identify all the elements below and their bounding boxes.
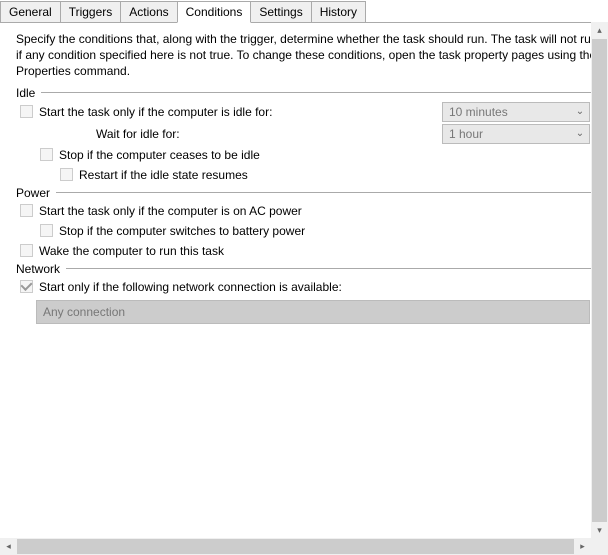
select-network-connection: Any connection <box>36 300 590 324</box>
group-header-power: Power <box>16 186 602 200</box>
scroll-left-icon[interactable]: ◂ <box>0 538 17 555</box>
tab-history[interactable]: History <box>311 1 366 22</box>
conditions-panel: Specify the conditions that, along with … <box>0 22 608 535</box>
chevron-down-icon: ⌄ <box>571 128 589 139</box>
scroll-right-icon[interactable]: ▸ <box>574 538 591 555</box>
label-wake-computer: Wake the computer to run this task <box>39 244 224 258</box>
scroll-up-icon[interactable]: ▴ <box>591 22 608 39</box>
scroll-down-icon[interactable]: ▾ <box>591 522 608 539</box>
vertical-scrollbar[interactable]: ▴ ▾ <box>591 22 608 539</box>
label-on-ac-power: Start the task only if the computer is o… <box>39 204 302 218</box>
scroll-corner <box>591 538 608 555</box>
tab-triggers[interactable]: Triggers <box>60 1 122 22</box>
tab-actions[interactable]: Actions <box>120 1 177 22</box>
select-idle-duration: 10 minutes ⌄ <box>442 102 590 122</box>
tab-strip: General Triggers Actions Conditions Sett… <box>0 0 608 22</box>
vertical-scroll-thumb[interactable] <box>592 39 607 522</box>
checkbox-wake-computer <box>20 244 33 257</box>
divider <box>66 268 602 269</box>
group-header-network: Network <box>16 262 602 276</box>
select-wait-duration: 1 hour ⌄ <box>442 124 590 144</box>
checkbox-network-available <box>20 280 33 293</box>
tab-conditions[interactable]: Conditions <box>177 1 252 23</box>
conditions-description: Specify the conditions that, along with … <box>16 31 602 80</box>
label-stop-on-battery: Stop if the computer switches to battery… <box>59 224 305 238</box>
group-label-idle: Idle <box>16 86 41 100</box>
select-idle-duration-value: 10 minutes <box>449 105 571 119</box>
label-network-available: Start only if the following network conn… <box>39 280 342 294</box>
label-stop-if-not-idle: Stop if the computer ceases to be idle <box>59 148 260 162</box>
horizontal-scrollbar[interactable]: ◂ ▸ <box>0 538 591 555</box>
group-header-idle: Idle <box>16 86 602 100</box>
group-label-network: Network <box>16 262 66 276</box>
label-wait-for-idle: Wait for idle for: <box>96 127 180 141</box>
chevron-down-icon: ⌄ <box>571 106 589 117</box>
select-wait-duration-value: 1 hour <box>449 127 571 141</box>
checkbox-stop-if-not-idle <box>40 148 53 161</box>
group-label-power: Power <box>16 186 56 200</box>
select-network-connection-value: Any connection <box>43 305 125 319</box>
horizontal-scroll-thumb[interactable] <box>17 539 574 554</box>
tab-settings[interactable]: Settings <box>250 1 311 22</box>
checkbox-on-ac-power <box>20 204 33 217</box>
checkbox-start-if-idle <box>20 105 33 118</box>
checkbox-stop-on-battery <box>40 224 53 237</box>
checkbox-restart-if-resumes <box>60 168 73 181</box>
divider <box>41 92 602 93</box>
label-restart-if-resumes: Restart if the idle state resumes <box>79 168 248 182</box>
divider <box>56 192 602 193</box>
tab-general[interactable]: General <box>0 1 61 22</box>
label-start-if-idle: Start the task only if the computer is i… <box>39 105 272 119</box>
